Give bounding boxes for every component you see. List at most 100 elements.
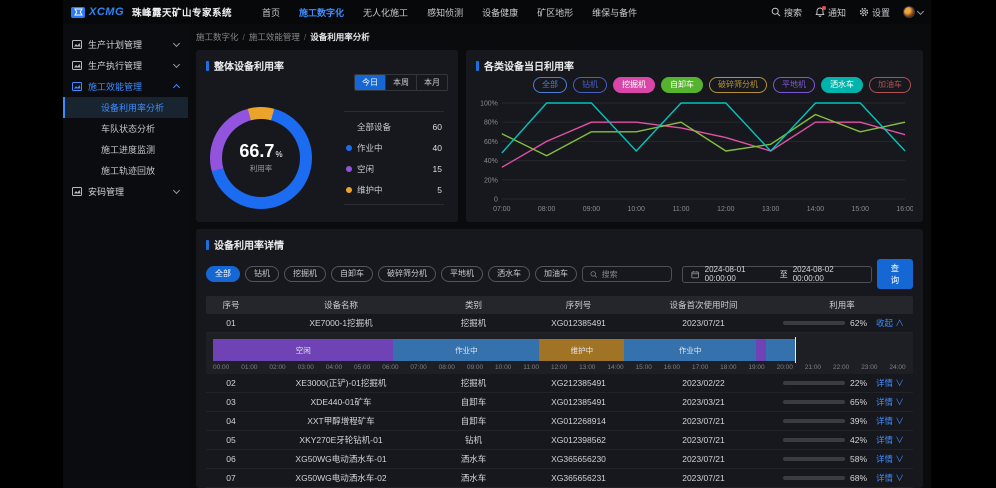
- category-utilization-panel: 各类设备当日利用率 全部钻机挖掘机自卸车破碎筛分机平地机洒水车加油车 100%8…: [466, 50, 923, 222]
- filter-chip-自卸车[interactable]: 自卸车: [331, 266, 373, 282]
- cell-serial: XG012385491: [521, 397, 636, 407]
- svg-text:13:00: 13:00: [762, 206, 780, 213]
- filter-chip-全部[interactable]: 全部: [206, 266, 240, 282]
- cell-no: 04: [206, 416, 256, 426]
- nav-item-维保与备件[interactable]: 维保与备件: [592, 6, 637, 19]
- timeline-segment-作业中: 作业中: [624, 339, 755, 361]
- svg-text:16:00: 16:00: [896, 206, 913, 213]
- tab-本周[interactable]: 本周: [385, 75, 416, 90]
- nav-item-首页[interactable]: 首页: [262, 6, 280, 19]
- utilization-percent: 68%: [850, 473, 867, 483]
- cell-name: XE3000(正铲)-01挖掘机: [256, 377, 426, 389]
- nav-item-感知侦测[interactable]: 感知侦测: [427, 6, 463, 19]
- timeline-tick: 24:00: [889, 364, 905, 371]
- filter-chip-破碎筛分机[interactable]: 破碎筛分机: [378, 266, 436, 282]
- type-filter-chips: 全部钻机挖掘机自卸车破碎筛分机平地机洒水车加油车: [206, 266, 577, 282]
- filter-chip-钻机[interactable]: 钻机: [245, 266, 279, 282]
- timeline-tick: 05:00: [354, 364, 370, 371]
- timeline-tick: 21:00: [805, 364, 821, 371]
- line-chart: 100%80%60%40%20%007:0008:0009:0010:0011:…: [476, 97, 913, 220]
- details-link[interactable]: 详情 ∨: [876, 434, 904, 446]
- table-search-box[interactable]: [582, 266, 672, 282]
- app-window: XCMG 珠峰露天矿山专家系统 首页施工数字化无人化施工感知侦测设备健康矿区地形…: [63, 0, 931, 488]
- timeline-tick: 14:00: [607, 364, 623, 371]
- cell-utilization: 68% 详情 ∨: [771, 472, 913, 484]
- svg-text:60%: 60%: [484, 139, 498, 146]
- cell-type: 挖掘机: [426, 317, 521, 329]
- series-chip-全部[interactable]: 全部: [533, 77, 567, 93]
- sidebar-group-生产计划管理[interactable]: 生产计划管理: [63, 34, 188, 55]
- details-link[interactable]: 详情 ∨: [876, 453, 904, 465]
- table-row: 06XG50WG电动洒水车-01洒水车XG3656562302023/07/21…: [206, 450, 913, 469]
- column-header-序号: 序号: [206, 299, 256, 311]
- sidebar-group-label: 安码管理: [88, 185, 168, 198]
- nav-item-施工数字化[interactable]: 施工数字化: [299, 6, 344, 19]
- table-row: 02XE3000(正铲)-01挖掘机挖掘机XG2123854912023/02/…: [206, 374, 913, 393]
- cell-serial: XG012268914: [521, 416, 636, 426]
- settings-button[interactable]: 设置: [859, 6, 890, 19]
- utilization-bar: [783, 438, 845, 442]
- legend-row-作业中: 作业中40: [346, 137, 442, 158]
- search-label: 搜索: [784, 6, 802, 19]
- cell-first_use: 2023/07/21: [636, 435, 771, 445]
- details-link[interactable]: 详情 ∨: [876, 415, 904, 427]
- sidebar-group-安码管理[interactable]: 安码管理: [63, 181, 188, 202]
- cell-type: 挖掘机: [426, 377, 521, 389]
- nav-item-无人化施工[interactable]: 无人化施工: [363, 6, 408, 19]
- overall-utilization-panel: 整体设备利用率 今日本周本月 66.7% 利用率 全部设备60作业中40空闲15…: [196, 50, 458, 222]
- details-link[interactable]: 详情 ∨: [876, 396, 904, 408]
- search-input[interactable]: [602, 270, 665, 279]
- series-chip-挖掘机[interactable]: 挖掘机: [613, 77, 655, 93]
- series-chip-平地机[interactable]: 平地机: [773, 77, 815, 93]
- timeline-bar: 空闲作业中维护中作业中: [213, 339, 906, 361]
- filter-chip-洒水车[interactable]: 洒水车: [488, 266, 530, 282]
- donut-legend: 全部设备60作业中40空闲15维护中5: [344, 111, 444, 205]
- svg-text:0: 0: [494, 197, 498, 204]
- user-menu[interactable]: [903, 6, 923, 18]
- app-logo[interactable]: XCMG 珠峰露天矿山专家系统: [71, 5, 232, 19]
- sidebar-group-施工效能管理[interactable]: 施工效能管理: [63, 76, 188, 97]
- series-chip-洒水车[interactable]: 洒水车: [821, 77, 863, 93]
- utilization-bar: [783, 400, 845, 404]
- cell-serial: XG365656231: [521, 473, 636, 483]
- notification-badge-dot: [822, 6, 826, 10]
- nav-item-设备健康[interactable]: 设备健康: [482, 6, 518, 19]
- nav-item-矿区地形[interactable]: 矿区地形: [537, 6, 573, 19]
- column-header-类别: 类别: [426, 299, 521, 311]
- timeline-tick: 03:00: [298, 364, 314, 371]
- date-range-picker[interactable]: 2024-08-01 00:00:00 至 2024-08-02 00:00:0…: [682, 266, 872, 283]
- collapse-link[interactable]: 收起 ∧: [876, 317, 904, 329]
- sidebar-item-施工进度监测[interactable]: 施工进度监测: [63, 139, 188, 160]
- tab-今日[interactable]: 今日: [355, 75, 385, 90]
- series-chip-自卸车[interactable]: 自卸车: [661, 77, 703, 93]
- nav-utilities: 搜索 通知 设置: [771, 6, 923, 19]
- svg-text:80%: 80%: [484, 120, 498, 127]
- xcmg-logo-icon: [71, 7, 85, 18]
- table-controls: 全部钻机挖掘机自卸车破碎筛分机平地机洒水车加油车 2024-08-01 00:0…: [206, 259, 913, 289]
- utilization-percent: 58%: [850, 454, 867, 464]
- sidebar-item-车队状态分析[interactable]: 车队状态分析: [63, 118, 188, 139]
- timeline-tick: 08:00: [439, 364, 455, 371]
- breadcrumb-crumb[interactable]: 施工数字化: [196, 32, 239, 42]
- donut-row: 66.7% 利用率 全部设备60作业中40空闲15维护中5: [206, 107, 448, 209]
- series-chip-钻机[interactable]: 钻机: [573, 77, 607, 93]
- breadcrumb-crumb[interactable]: 施工效能管理: [249, 32, 300, 42]
- search-button[interactable]: 搜索: [771, 6, 802, 19]
- details-link[interactable]: 详情 ∨: [876, 377, 904, 389]
- timeline-tick: 09:00: [467, 364, 483, 371]
- title-accent-bar: [206, 240, 209, 250]
- filter-chip-挖掘机[interactable]: 挖掘机: [284, 266, 326, 282]
- series-chip-加油车[interactable]: 加油车: [869, 77, 911, 93]
- series-chip-破碎筛分机[interactable]: 破碎筛分机: [709, 77, 767, 93]
- sidebar-group-生产执行管理[interactable]: 生产执行管理: [63, 55, 188, 76]
- top-navbar: XCMG 珠峰露天矿山专家系统 首页 施工数字化 无人化施工 感知侦测 设备健康 矿区地形…: [63, 0, 931, 24]
- filter-chip-平地机[interactable]: 平地机: [441, 266, 483, 282]
- sidebar-item-施工轨迹回放[interactable]: 施工轨迹回放: [63, 160, 188, 181]
- tab-本月[interactable]: 本月: [416, 75, 447, 90]
- query-button[interactable]: 查询: [877, 259, 913, 289]
- sidebar-item-设备利用率分析[interactable]: 设备利用率分析: [63, 97, 188, 118]
- notifications-button[interactable]: 通知: [815, 6, 846, 19]
- column-header-设备首次使用时间: 设备首次使用时间: [636, 299, 771, 311]
- details-link[interactable]: 详情 ∨: [876, 472, 904, 484]
- filter-chip-加油车[interactable]: 加油车: [535, 266, 577, 282]
